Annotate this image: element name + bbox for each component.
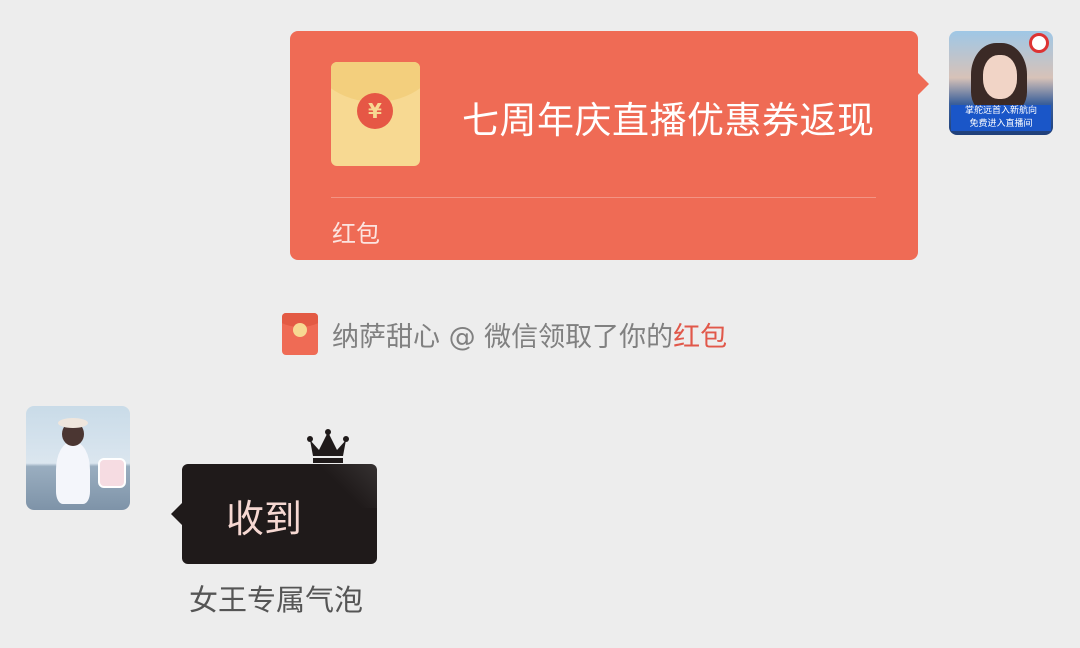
avatar-banner-line-1: 掌舵远首入新航向: [964, 106, 1037, 116]
red-packet-message[interactable]: ¥ 七周年庆直播优惠券返现 红包: [290, 31, 929, 260]
bubble-style-caption: 女王专属气泡: [189, 583, 364, 617]
red-packet-claimed-notice: 纳萨甜心 @ 微信领取了你的 红包: [282, 312, 727, 356]
sticker-graphic: [98, 458, 126, 488]
notice-red-packet-link[interactable]: 红包: [673, 315, 727, 354]
red-packet-divider: [331, 197, 876, 198]
message-text: 收到: [226, 497, 303, 541]
red-envelope-icon: ¥: [331, 62, 420, 166]
contact-avatar[interactable]: [26, 406, 130, 510]
notice-text: 纳萨甜心 @ 微信领取了你的: [332, 321, 674, 353]
crown-icon: [306, 428, 350, 464]
road-sign-graphic: [1029, 33, 1049, 53]
red-packet-label: 红包: [332, 220, 380, 248]
yuan-coin-icon: ¥: [357, 93, 393, 129]
sender-avatar[interactable]: 掌舵远首入新航向 免费进入直播间: [949, 31, 1053, 135]
avatar-banner: 掌舵远首入新航向 免费进入直播间: [951, 105, 1051, 131]
red-packet-title: 七周年庆直播优惠券返现: [462, 99, 875, 142]
incoming-message-bubble[interactable]: 收到: [171, 464, 377, 564]
avatar-banner-line-2: 免费进入直播间: [969, 119, 1033, 129]
red-envelope-icon: [282, 313, 318, 355]
